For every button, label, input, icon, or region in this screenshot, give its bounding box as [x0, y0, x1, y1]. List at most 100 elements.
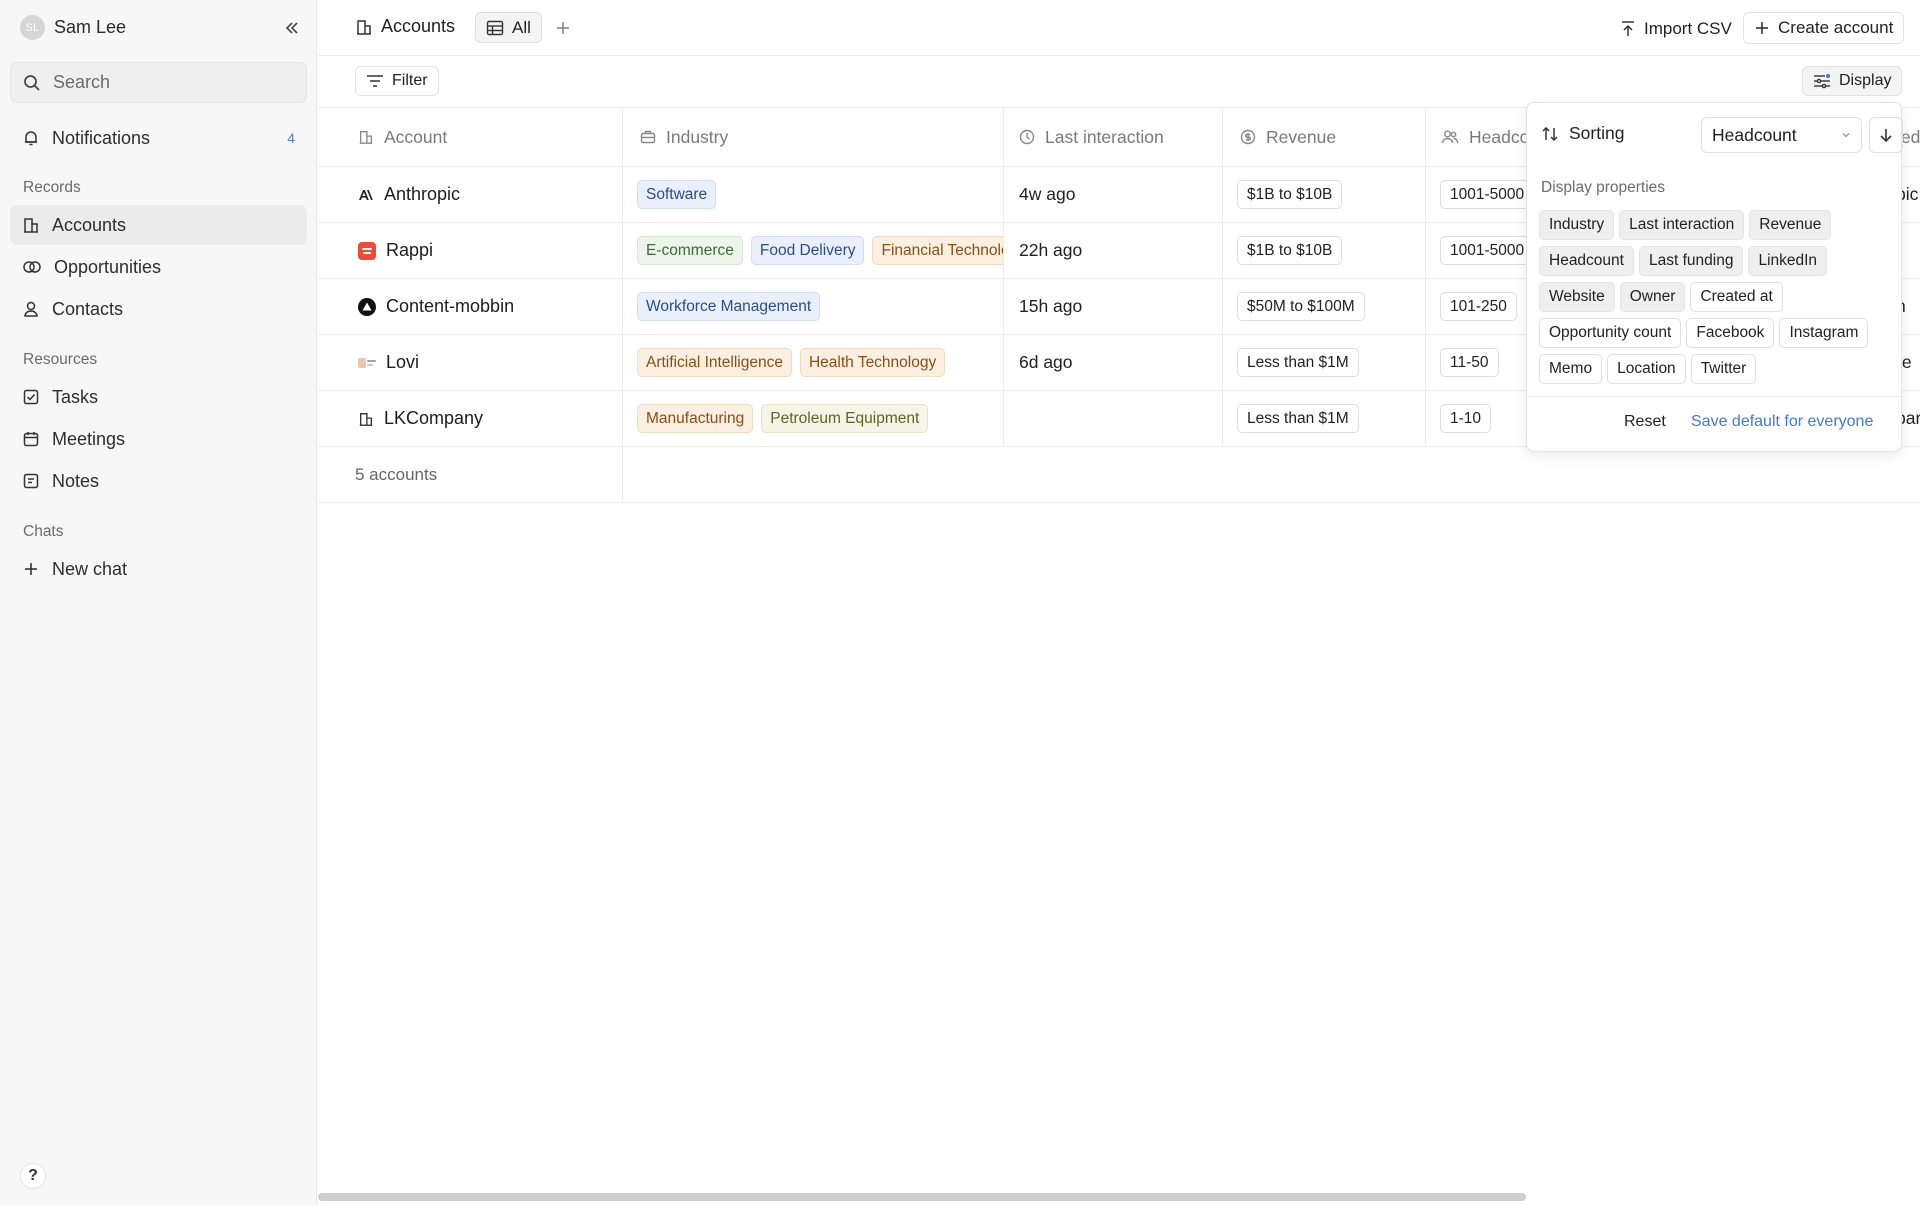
new-chat-button[interactable]: New chat — [10, 549, 307, 589]
column-header-last-interaction[interactable]: Last interaction — [1004, 108, 1223, 166]
horizontal-scrollbar[interactable] — [318, 1193, 1526, 1201]
revenue-chip: $50M to $100M — [1237, 292, 1365, 321]
sidebar-item-label: Notes — [52, 470, 100, 491]
table-footer-row: 5 accounts — [318, 447, 1920, 503]
display-property-toggle[interactable]: Last funding — [1638, 246, 1744, 276]
display-property-toggle[interactable]: Twitter — [1690, 354, 1757, 384]
headcount-chip: 1-10 — [1440, 404, 1492, 433]
sidebar-item-label: Opportunities — [54, 256, 162, 277]
sidebar-item-tasks[interactable]: Tasks — [10, 377, 307, 417]
sidebar-item-label: Tasks — [52, 386, 99, 407]
top-bar: Accounts All Import CSV Create account — [318, 0, 1920, 56]
revenue-cell[interactable]: $50M to $100M — [1223, 279, 1426, 334]
user-name: Sam Lee — [54, 17, 127, 37]
import-csv-label: Import CSV — [1644, 18, 1732, 38]
account-cell[interactable]: Rappi — [318, 223, 623, 278]
display-property-toggle[interactable]: Opportunity count — [1539, 318, 1682, 348]
sidebar-item-notes[interactable]: Notes — [10, 461, 307, 501]
column-header-industry[interactable]: Industry — [623, 108, 1004, 166]
account-cell[interactable]: Lovi — [318, 335, 623, 390]
industry-cell[interactable]: Workforce Management — [623, 279, 1004, 334]
page-title-text: Accounts — [381, 16, 456, 36]
display-property-toggle[interactable]: Headcount — [1539, 246, 1634, 276]
table-icon — [486, 20, 504, 36]
account-name: LKCompany — [384, 408, 484, 428]
industry-tag: Financial Technology — [872, 236, 1003, 265]
display-property-toggle[interactable]: Last interaction — [1619, 210, 1745, 240]
display-button[interactable]: Display — [1802, 66, 1903, 96]
search-input[interactable] — [53, 72, 273, 93]
reset-button[interactable]: Reset — [1624, 413, 1666, 431]
sorting-label: Sorting — [1541, 123, 1624, 144]
industry-tag: Food Delivery — [750, 236, 865, 265]
sort-direction-button[interactable] — [1869, 117, 1903, 153]
revenue-cell[interactable]: Less than $1M — [1223, 335, 1426, 390]
filter-button[interactable]: Filter — [355, 66, 439, 96]
account-cell[interactable]: Anthropic — [318, 167, 623, 222]
industry-cell[interactable]: Manufacturing Petroleum Equipment — [623, 391, 1004, 446]
revenue-cell[interactable]: $1B to $10B — [1223, 223, 1426, 278]
display-label: Display — [1839, 72, 1892, 89]
sort-field-value: Headcount — [1712, 124, 1797, 145]
display-property-toggle[interactable]: Revenue — [1749, 210, 1832, 240]
revenue-chip: Less than $1M — [1237, 404, 1359, 433]
last-interaction-cell[interactable]: 22h ago — [1004, 223, 1223, 278]
view-toolbar: Filter Display — [318, 56, 1920, 108]
arrow-down-icon — [1879, 127, 1893, 143]
last-interaction-cell[interactable]: 4w ago — [1004, 167, 1223, 222]
display-property-toggle[interactable]: Industry — [1539, 210, 1615, 240]
display-property-toggle[interactable]: Memo — [1539, 354, 1603, 384]
last-interaction-cell[interactable]: 6d ago — [1004, 335, 1223, 390]
sidebar-item-contacts[interactable]: Contacts — [10, 289, 307, 329]
add-view-icon[interactable] — [552, 17, 574, 39]
revenue-chip: Less than $1M — [1237, 348, 1359, 377]
sort-arrows-icon — [1541, 126, 1559, 142]
display-property-toggle[interactable]: Facebook — [1686, 318, 1775, 348]
notification-count-badge: 4 — [287, 130, 295, 146]
display-property-toggle[interactable]: Owner — [1619, 282, 1686, 312]
display-property-toggle[interactable]: LinkedIn — [1748, 246, 1828, 276]
column-header-label: Revenue — [1266, 126, 1337, 147]
revenue-chip: $1B to $10B — [1237, 180, 1343, 209]
industry-tag: Artificial Intelligence — [637, 348, 792, 377]
account-name: Rappi — [386, 240, 434, 260]
display-property-toggle[interactable]: Created at — [1690, 282, 1783, 312]
display-property-toggle[interactable]: Instagram — [1779, 318, 1869, 348]
column-header-account[interactable]: Account — [318, 108, 623, 166]
industry-cell[interactable]: Artificial Intelligence Health Technolog… — [623, 335, 1004, 390]
industry-cell[interactable]: E-commerce Food Delivery Financial Techn… — [623, 223, 1004, 278]
sidebar-item-accounts[interactable]: Accounts — [10, 205, 307, 245]
column-header-label: Last interaction — [1045, 126, 1164, 147]
display-property-toggle[interactable]: Location — [1607, 354, 1686, 384]
create-account-label: Create account — [1778, 18, 1894, 37]
sidebar-item-notifications[interactable]: Notifications 4 — [10, 118, 307, 158]
lovi-logo-icon — [358, 356, 376, 370]
revenue-cell[interactable]: $1B to $10B — [1223, 167, 1426, 222]
user-menu[interactable]: SL Sam Lee — [20, 15, 126, 40]
sidebar-item-opportunities[interactable]: Opportunities — [10, 247, 307, 287]
clock-icon — [1019, 129, 1035, 145]
last-interaction-cell[interactable] — [1004, 391, 1223, 446]
headcount-chip: 101-250 — [1440, 292, 1517, 321]
column-header-revenue[interactable]: Revenue — [1223, 108, 1426, 166]
last-interaction-cell[interactable]: 15h ago — [1004, 279, 1223, 334]
account-cell[interactable]: LKCompany — [318, 391, 623, 446]
content-mobbin-logo-icon — [358, 297, 376, 316]
sidebar-item-meetings[interactable]: Meetings — [10, 419, 307, 459]
revenue-cell[interactable]: Less than $1M — [1223, 391, 1426, 446]
account-cell[interactable]: Content-mobbin — [318, 279, 623, 334]
sort-field-select[interactable]: Headcount — [1701, 117, 1862, 153]
sidebar: SL Sam Lee Notifications 4 Records Accou… — [0, 0, 317, 1205]
resources-section-label: Resources — [23, 351, 98, 368]
view-tab-all[interactable]: All — [475, 12, 542, 43]
save-default-button[interactable]: Save default for everyone — [1691, 413, 1873, 431]
collapse-sidebar-icon[interactable] — [280, 16, 304, 40]
help-button[interactable]: ? — [20, 1163, 46, 1189]
import-csv-button[interactable]: Import CSV — [1612, 13, 1740, 44]
industry-cell[interactable]: Software — [623, 167, 1004, 222]
create-account-button[interactable]: Create account — [1743, 12, 1905, 44]
display-property-toggle[interactable]: Website — [1539, 282, 1615, 312]
display-options-popover: Sorting Headcount Display properties Ind… — [1526, 102, 1903, 452]
search-box[interactable] — [10, 62, 307, 103]
industry-tag: E-commerce — [637, 236, 743, 265]
